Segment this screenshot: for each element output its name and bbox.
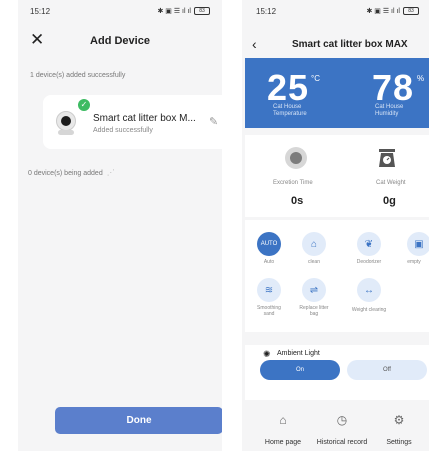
nav-settings[interactable]: ⚙ Settings	[369, 413, 429, 446]
smoothing-sand-label: Smoothing sand	[249, 305, 289, 317]
auto-mode-button[interactable]: AUTO	[257, 232, 281, 256]
smoothing-sand-label-line2: sand	[263, 311, 275, 317]
add-device-screen: 15:12 ✱ ▣ ☰ ıl ıl 83 ✕ Add Device 1 devi…	[18, 0, 222, 451]
battery-icon: 83	[403, 7, 419, 15]
humidity-unit: %	[417, 74, 425, 83]
device-card[interactable]: ✓ Smart cat litter box M... Added succes…	[43, 95, 222, 149]
status-bar: 15:12 ✱ ▣ ☰ ıl ıl 83	[18, 0, 222, 22]
battery-icon: 83	[194, 7, 210, 15]
humidity-value: 78	[372, 67, 415, 108]
gear-icon: ⚙	[393, 413, 405, 427]
humidity-label: Cat House Humidity	[375, 104, 403, 118]
nav-history[interactable]: ◷ Historical record	[312, 413, 372, 446]
device-name: Smart cat litter box M...	[93, 113, 196, 124]
back-chevron-icon[interactable]: ‹	[252, 36, 257, 52]
status-icon-group: ✱ ▣ ☰ ıl ıl	[366, 8, 400, 15]
more-menu-icon[interactable]: ⋮	[424, 37, 429, 51]
edit-pencil-icon[interactable]: ✎	[209, 115, 218, 128]
status-icon-group: ✱ ▣ ☰ ıl ıl	[157, 8, 191, 15]
cat-weight-value: 0g	[383, 195, 396, 207]
page-title: Add Device	[90, 35, 150, 47]
loading-spinner-icon: ⋰	[106, 168, 115, 177]
clean-label: clean	[308, 259, 320, 265]
header: ✕ Add Device	[18, 28, 222, 54]
deodorizer-icon[interactable]: ❦	[357, 232, 381, 256]
device-status: Added successfully	[93, 127, 153, 134]
added-count-text: 1 device(s) added successfully	[30, 72, 126, 79]
sun-icon: ✺	[263, 349, 271, 359]
history-clock-icon: ◷	[336, 413, 348, 427]
nav-settings-label: Settings	[386, 439, 412, 446]
replace-litter-bag-label-line2: bag	[309, 311, 319, 317]
modes-card: AUTO Auto ⌂ clean ❦ Deodorizer ▣ empty ≋…	[245, 220, 429, 332]
temperature-label-line1: Cat House	[273, 104, 302, 110]
page-title: Smart cat litter box MAX	[292, 38, 408, 50]
empty-icon[interactable]: ▣	[407, 232, 429, 256]
status-icons: ✱ ▣ ☰ ıl ıl 83	[157, 7, 210, 15]
weight-clearing-label: Weight clearing	[351, 307, 387, 313]
temperature-label-line2: Temperature	[273, 111, 307, 117]
nav-home-label: Home page	[264, 439, 302, 446]
empty-label: empty	[407, 259, 421, 265]
temperature-label: Cat House Temperature	[273, 104, 307, 118]
done-button[interactable]: Done	[55, 407, 222, 434]
adding-count-label: 0 device(s) being added	[28, 170, 103, 177]
ambient-light-title: Ambient Light	[277, 350, 320, 357]
camera-device-icon	[55, 111, 77, 135]
climate-panel: 25 °C Cat House Temperature 78 % Cat Hou…	[245, 58, 429, 128]
temperature-unit: °C	[311, 74, 320, 83]
clock-icon	[285, 147, 307, 169]
status-bar: 15:12 ✱ ▣ ☰ ıl ıl 83	[242, 0, 429, 22]
weight-clearing-icon[interactable]: ↔	[357, 278, 381, 302]
humidity-label-line2: Humidity	[375, 111, 399, 117]
excretion-time-value: 0s	[291, 195, 304, 207]
light-off-button[interactable]: Off	[347, 360, 427, 380]
home-icon: ⌂	[279, 413, 287, 427]
light-on-button[interactable]: On	[260, 360, 340, 380]
humidity-label-line1: Cat House	[375, 104, 404, 110]
smoothing-sand-icon[interactable]: ≋	[257, 278, 281, 302]
clean-icon[interactable]: ⌂	[302, 232, 326, 256]
success-check-icon: ✓	[78, 99, 90, 111]
header: ‹ Smart cat litter box MAX ⋮	[242, 32, 429, 56]
scale-icon	[379, 149, 395, 167]
adding-count-text: 0 device(s) being added ⋰	[28, 168, 115, 177]
status-time: 15:12	[256, 6, 277, 16]
close-icon[interactable]: ✕	[30, 30, 44, 50]
status-icons: ✱ ▣ ☰ ıl ıl 83	[366, 7, 419, 15]
temperature-value: 25	[267, 67, 310, 108]
excretion-time-label: Excretion Time	[273, 180, 313, 186]
replace-litter-bag-icon[interactable]: ⇌	[302, 278, 326, 302]
device-detail-screen: 15:12 ✱ ▣ ☰ ıl ıl 83 ‹ Smart cat litter …	[242, 0, 429, 451]
deodorizer-label: Deodorizer	[356, 259, 382, 265]
cat-weight-label: Cat Weight	[376, 180, 406, 186]
stats-card: Excretion Time 0s Cat Weight 0g	[245, 135, 429, 217]
auto-mode-label: Auto	[263, 259, 275, 265]
status-time: 15:12	[30, 6, 51, 16]
nav-home[interactable]: ⌂ Home page	[253, 413, 313, 446]
nav-history-label: Historical record	[316, 439, 368, 446]
bottom-nav: ⌂ Home page ◷ Historical record ⚙ Settin…	[242, 405, 429, 451]
replace-litter-bag-label: Replace litter bag	[292, 305, 336, 317]
